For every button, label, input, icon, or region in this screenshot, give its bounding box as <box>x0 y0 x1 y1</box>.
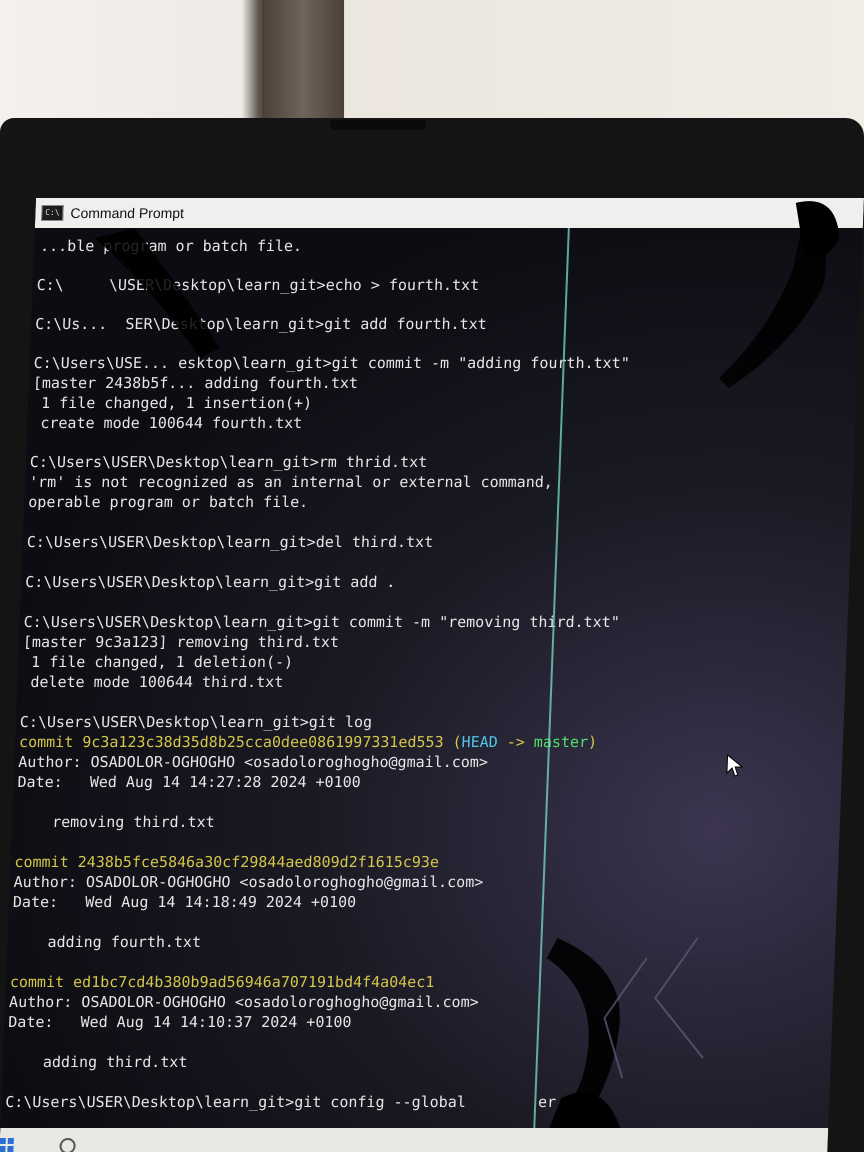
background-door <box>262 0 344 120</box>
mouse-pointer-icon <box>726 754 744 777</box>
search-icon[interactable] <box>59 1138 76 1152</box>
laptop-screen: C:\ Command Prompt ...ble program or bat… <box>0 198 864 1152</box>
taskbar <box>0 1128 829 1152</box>
webcam-notch <box>330 120 426 130</box>
screen-damage-overlay <box>94 201 840 1152</box>
windows-start-icon[interactable] <box>0 1138 14 1152</box>
